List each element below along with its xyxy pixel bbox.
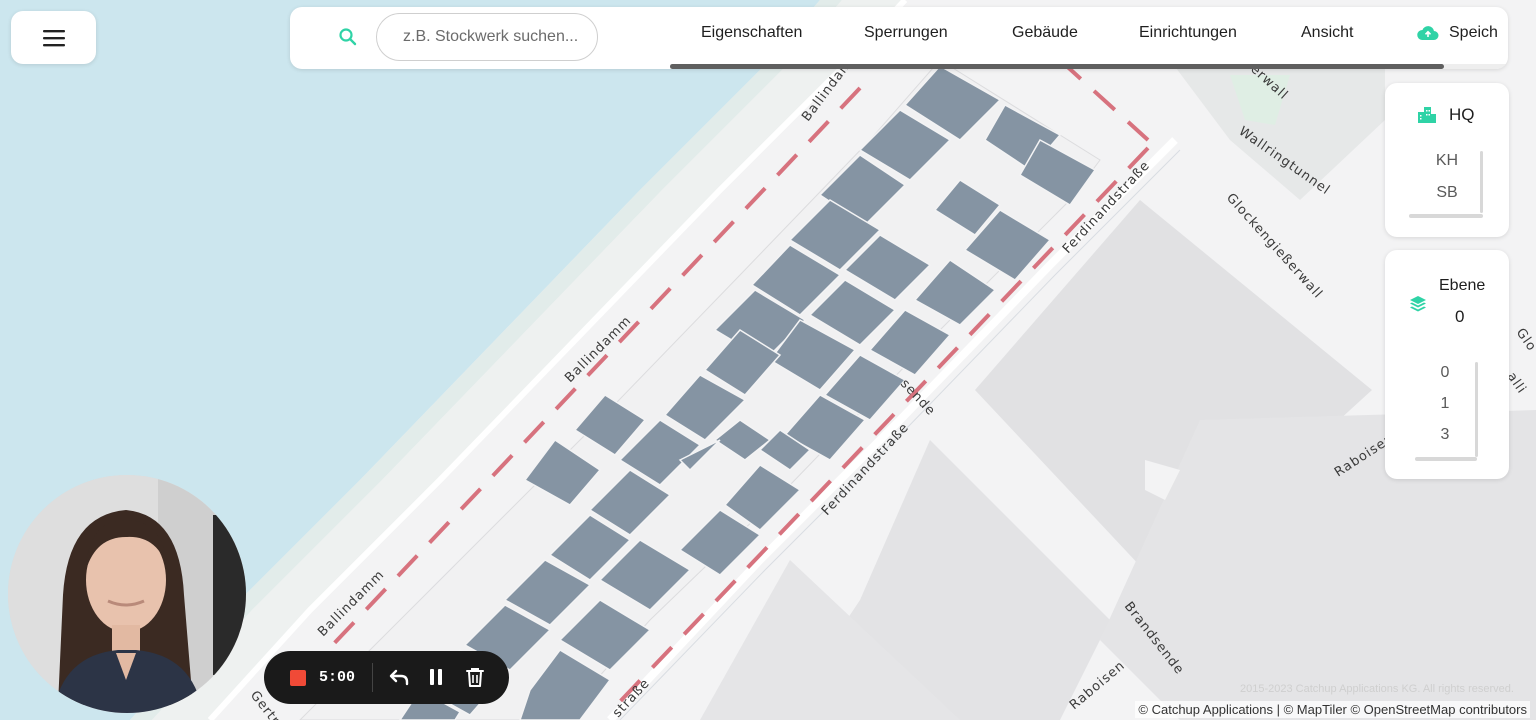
presenter-avatar [8,475,246,713]
menu-button[interactable] [11,11,96,64]
building-scrollbar-h[interactable] [1409,214,1483,218]
trash-icon[interactable] [464,666,486,688]
tab-einrichtungen[interactable]: Einrichtungen [1139,24,1237,42]
level-scrollbar-h[interactable] [1415,457,1477,461]
level-selector: Ebene 0 0 1 3 [1385,250,1509,479]
save-label: Speich [1449,24,1498,41]
tab-eigenschaften[interactable]: Eigenschaften [701,24,802,42]
recording-controls: 5:00 [264,651,509,704]
search-input[interactable] [376,13,598,61]
level-current: 0 [1455,307,1465,326]
building-item-kh[interactable]: KH [1385,152,1509,170]
level-item-3[interactable]: 3 [1383,426,1507,444]
copyright-faint: 2015-2023 Catchup Applications KG. All r… [1240,683,1514,695]
building-current[interactable]: HQ [1417,105,1475,125]
building-title: HQ [1449,105,1475,124]
presenter-video [8,475,246,713]
stop-record-button[interactable] [290,670,306,686]
tab-gebaeude[interactable]: Gebäude [1012,24,1078,42]
building-scrollbar[interactable] [1480,151,1483,213]
recorder-divider [372,663,373,692]
recording-timer: 5:00 [319,669,356,686]
buildings-icon [1418,107,1436,123]
map-attribution[interactable]: © Catchup Applications | © MapTiler © Op… [1135,701,1530,718]
search-icon[interactable] [338,27,358,47]
undo-icon[interactable] [388,666,410,688]
cloud-upload-icon [1417,26,1439,40]
building-item-sb[interactable]: SB [1385,184,1509,202]
level-item-0[interactable]: 0 [1383,364,1507,382]
top-toolbar: Eigenschaften Sperrungen Gebäude Einrich… [290,7,1508,69]
tab-scrollbar-thumb[interactable] [670,64,1444,69]
level-scrollbar[interactable] [1475,362,1478,457]
tab-ansicht[interactable]: Ansicht [1301,24,1353,42]
tab-sperrungen[interactable]: Sperrungen [864,24,948,42]
pause-icon[interactable] [425,666,447,688]
level-item-1[interactable]: 1 [1383,395,1507,413]
building-selector: HQ KH SB [1385,83,1509,237]
level-title: Ebene [1439,277,1486,294]
layers-icon [1410,296,1426,312]
hamburger-icon [42,29,65,46]
save-button[interactable]: Speich [1417,24,1498,42]
